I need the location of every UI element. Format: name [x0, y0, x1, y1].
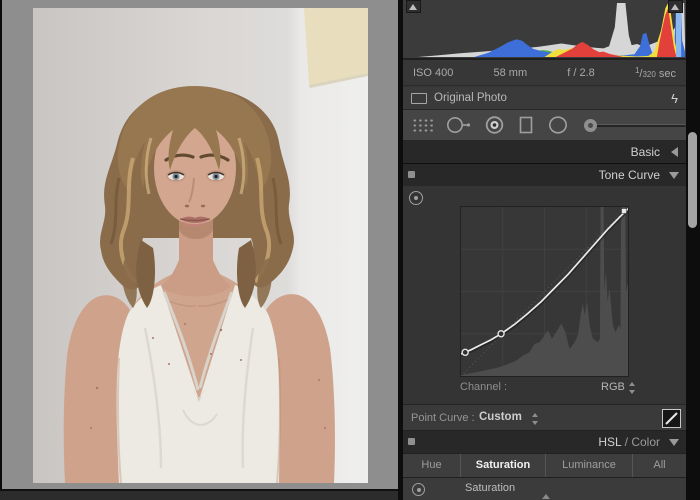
panel-toggle-switch[interactable]	[408, 171, 415, 178]
panel-scrollbar[interactable]	[686, 0, 700, 500]
crop-overlay-icon	[412, 117, 434, 133]
portrait-photo[interactable]	[33, 8, 368, 483]
tool-strip	[403, 110, 686, 141]
red-eye-tool[interactable]	[484, 115, 506, 135]
radial-filter-icon	[549, 116, 567, 134]
aperture-value: f / 2.8	[567, 66, 595, 79]
panel-toggle-switch[interactable]	[408, 438, 415, 445]
expand-down-arrow-icon	[669, 172, 679, 179]
channel-label: Channel :	[460, 381, 508, 393]
spot-removal-icon	[447, 117, 471, 133]
spot-removal-tool[interactable]	[446, 115, 472, 135]
shutter-speed-value: 1/320 sec	[634, 65, 676, 80]
point-curve-select[interactable]: Custom	[479, 411, 522, 423]
expand-down-arrow-icon	[669, 439, 679, 446]
tab-hue[interactable]: Hue	[403, 454, 461, 477]
red-eye-icon	[485, 116, 504, 134]
channel-row: Channel : RGB	[403, 381, 686, 397]
point-curve-updown-icon[interactable]	[531, 413, 539, 425]
tab-luminance[interactable]: Luminance	[546, 454, 633, 477]
adjustment-brush-tool[interactable]	[584, 117, 686, 133]
channel-updown-icon[interactable]	[628, 382, 636, 394]
brush-slider-track[interactable]	[590, 123, 686, 127]
graduated-filter-tool[interactable]	[518, 115, 535, 135]
basic-panel-label: Basic	[630, 145, 660, 159]
before-after-icon[interactable]	[411, 92, 427, 104]
hsl-tab-bar: Hue Saturation Luminance All	[403, 453, 686, 478]
filmstrip-top-bar	[0, 489, 398, 500]
triangle-icon	[409, 4, 417, 10]
lightroom-develop-window: ISO 400 58 mm f / 2.8 1/320 sec Original…	[0, 0, 700, 500]
point-curve-row: Point Curve : Custom	[403, 404, 686, 431]
basic-panel-header[interactable]: Basic	[403, 141, 686, 164]
photo-canvas	[2, 0, 398, 489]
tone-curve-chart[interactable]	[461, 207, 628, 376]
panel-content: ISO 400 58 mm f / 2.8 1/320 sec Original…	[403, 0, 686, 500]
portrait-illustration	[33, 8, 368, 483]
point-curve-label: Point Curve :	[411, 412, 475, 424]
triangle-icon	[671, 4, 679, 10]
tone-curve-panel-label: Tone Curve	[598, 168, 660, 182]
scrollbar-thumb[interactable]	[688, 132, 697, 228]
exif-info-row: ISO 400 58 mm f / 2.8 1/320 sec	[403, 60, 686, 86]
highlight-clipping-indicator[interactable]	[668, 0, 683, 13]
tone-curve-plot[interactable]	[460, 206, 629, 377]
hsl-color-panel-header[interactable]: HSL / Color	[403, 431, 686, 453]
original-photo-label: Original Photo	[434, 92, 507, 104]
saturation-section-label: Saturation	[465, 482, 516, 494]
targeted-adjustment-icon[interactable]	[409, 191, 423, 205]
histogram-panel[interactable]	[403, 0, 686, 60]
targeted-adjustment-icon[interactable]	[412, 483, 425, 496]
focal-length-value: 58 mm	[493, 66, 528, 79]
hsl-color-panel-label: HSL / Color	[598, 435, 660, 449]
edit-point-curve-icon	[665, 412, 678, 425]
develop-right-panel: ISO 400 58 mm f / 2.8 1/320 sec Original…	[398, 0, 700, 500]
channel-select[interactable]: RGB	[601, 381, 625, 393]
tone-curve-panel-body: Channel : RGB	[403, 186, 686, 404]
shadow-clipping-indicator[interactable]	[406, 0, 421, 13]
graduated-filter-icon	[519, 116, 533, 134]
crop-overlay-tool[interactable]	[412, 117, 434, 133]
before-after-row: Original Photo ϟ	[403, 87, 686, 110]
brush-slider-knob[interactable]	[584, 118, 597, 132]
histogram-chart[interactable]	[404, 3, 685, 57]
edit-point-curve-button[interactable]	[662, 409, 681, 428]
iso-value: ISO 400	[413, 66, 454, 79]
tab-saturation[interactable]: Saturation	[461, 454, 546, 477]
collapse-left-arrow-icon	[671, 147, 678, 157]
tab-all[interactable]: All	[633, 454, 686, 477]
scroll-hint-icon	[542, 494, 550, 499]
tone-curve-panel-header[interactable]: Tone Curve	[403, 164, 686, 186]
radial-filter-tool[interactable]	[547, 115, 570, 135]
flash-icon[interactable]: ϟ	[671, 92, 678, 105]
